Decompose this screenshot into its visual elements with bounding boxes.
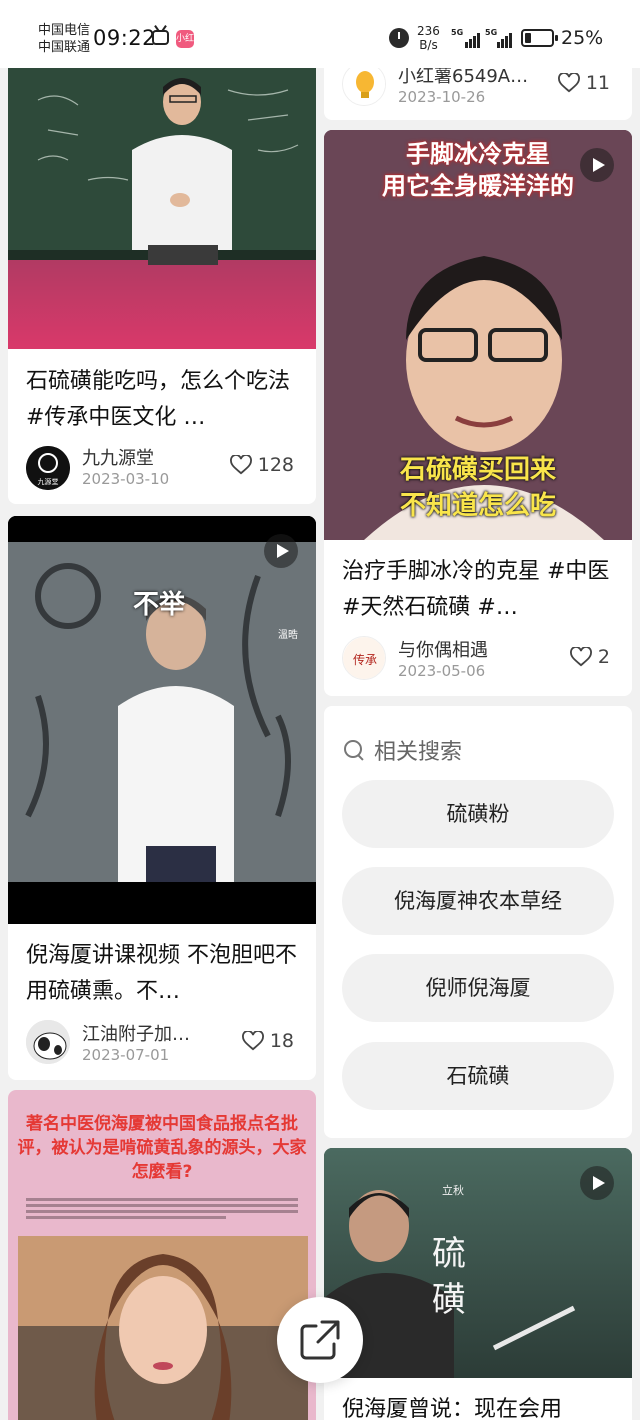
note-cover[interactable]: 手脚冰冷克星 用它全身暖洋洋的 石硫磺买回来 不知道怎么吃 [324, 130, 632, 540]
video-title-char-2: 磺 [432, 1280, 466, 1320]
author-avatar[interactable]: 传承 [342, 636, 386, 680]
search-icon [344, 740, 364, 760]
net-speed-unit: B/s [419, 38, 438, 52]
video-watermark: 溫晧 [278, 630, 298, 641]
video-overlay-caption: 石硫磺买回来 不知道怎么吃 [324, 452, 632, 524]
like-count: 128 [257, 454, 294, 476]
play-icon [580, 148, 614, 182]
post-date: 2023-10-26 [398, 88, 486, 106]
post-date: 2023-05-06 [398, 662, 486, 680]
app-notification-icon: 小红 [176, 30, 194, 48]
author-name[interactable]: 九九源堂 [82, 444, 154, 470]
note-cover[interactable]: 不举 溫晧 [8, 516, 316, 924]
carrier-1: 中国电信 [38, 23, 91, 38]
tv-icon [152, 30, 169, 45]
clock: 09:22 [93, 26, 157, 50]
cover-image [8, 40, 316, 349]
like-button[interactable]: 18 [241, 1030, 294, 1052]
signal-1-label: 5G [451, 28, 464, 37]
like-button[interactable]: 2 [569, 646, 610, 668]
heart-icon [229, 455, 252, 475]
battery-percent: 25% [561, 27, 604, 49]
post-date: 2023-03-10 [82, 470, 170, 488]
author-avatar[interactable] [342, 62, 386, 106]
carrier-2: 中国联通 [38, 40, 91, 55]
cover-image [18, 1198, 308, 1420]
like-button[interactable]: 128 [229, 454, 294, 476]
post-date: 2023-07-01 [82, 1046, 170, 1064]
cover-image [8, 516, 316, 924]
net-speed-value: 236 [417, 24, 440, 38]
heart-icon [569, 647, 592, 667]
caption-line-2: 不知道怎么吃 [399, 491, 556, 521]
author-name[interactable]: 江油附子加… [82, 1020, 190, 1046]
author-avatar[interactable] [26, 1020, 70, 1064]
svg-text:传承: 传承 [353, 652, 377, 667]
play-icon [580, 1166, 614, 1200]
video-subtitle-small: 立秋 [442, 1184, 464, 1197]
note-cover[interactable]: 著名中医倪海厦被中国食品报点名批评，被认为是啃硫黄乱象的源头，大家怎麼看? [8, 1090, 316, 1420]
battery-icon [521, 29, 558, 47]
like-count: 2 [597, 646, 610, 668]
related-search-chip[interactable]: 硫磺粉 [342, 780, 614, 848]
share-button[interactable] [277, 1297, 363, 1383]
heart-icon [557, 73, 580, 93]
like-count: 18 [269, 1030, 294, 1052]
signal-2-label: 5G [485, 28, 498, 37]
note-title[interactable]: 石硫磺能吃吗，怎么个吃法 #传承中医文化 … [26, 364, 298, 436]
note-cover[interactable] [8, 40, 316, 349]
note-card[interactable]: 手脚冰冷克星 用它全身暖洋洋的 石硫磺买回来 不知道怎么吃 治疗手脚冰冷的克星 … [324, 130, 632, 696]
caption-line-1: 石硫磺买回来 [399, 455, 556, 485]
network-speed: 236 B/s [417, 24, 440, 52]
related-search-chip[interactable]: 倪师倪海厦 [342, 954, 614, 1022]
author-name[interactable]: 与你偶相遇 [398, 636, 488, 662]
video-title-char-1: 硫 [432, 1234, 466, 1274]
note-title[interactable]: 治疗手脚冰冷的克星 #中医 #天然石硫磺 #… [342, 554, 614, 626]
svg-text:九源堂: 九源堂 [38, 477, 59, 486]
note-card[interactable]: 石硫磺能吃吗，怎么个吃法 #传承中医文化 … 九源堂 九九源堂 2023-03-… [8, 40, 316, 504]
author-avatar[interactable]: 九源堂 [26, 446, 70, 490]
note-card[interactable]: 不举 溫晧 倪海厦讲课视频 不泡胆吧不用硫磺熏。不… 江油附子加… 2023-0… [8, 516, 316, 1080]
note-title[interactable]: 倪海厦讲课视频 不泡胆吧不用硫磺熏。不… [26, 938, 298, 1010]
signal-icon-1: 5G [451, 28, 485, 48]
like-button[interactable]: 11 [557, 72, 610, 94]
video-overlay-text: 不举 [133, 590, 186, 620]
related-heading-label: 相关搜索 [374, 740, 463, 765]
note-cover[interactable]: 立秋 硫 磺 [324, 1148, 632, 1378]
note-card[interactable]: 立秋 硫 磺 倪海厦曾说：现在会用 [324, 1148, 632, 1420]
related-search-panel: 相关搜索 硫磺粉 倪海厦神农本草经 倪师倪海厦 石硫磺 [324, 706, 632, 1138]
related-search-chip[interactable]: 倪海厦神农本草经 [342, 867, 614, 935]
alarm-icon [389, 28, 409, 48]
like-count: 11 [585, 72, 610, 94]
related-search-chip[interactable]: 石硫磺 [342, 1042, 614, 1110]
carrier-labels: 中国电信 中国联通 [38, 22, 90, 56]
note-title[interactable]: 倪海厦曾说：现在会用 [342, 1392, 614, 1420]
signal-icon-2: 5G [485, 28, 519, 48]
status-bar: 中国电信 中国联通 09:22 小红 236 B/s 5G 5G 25% [0, 0, 640, 68]
play-icon [264, 534, 298, 568]
note-card[interactable]: 著名中医倪海厦被中国食品报点名批评，被认为是啃硫黄乱象的源头，大家怎麼看? [8, 1090, 316, 1420]
related-search-heading: 相关搜索 [344, 734, 462, 766]
share-icon [300, 1320, 340, 1360]
heart-icon [241, 1031, 264, 1051]
